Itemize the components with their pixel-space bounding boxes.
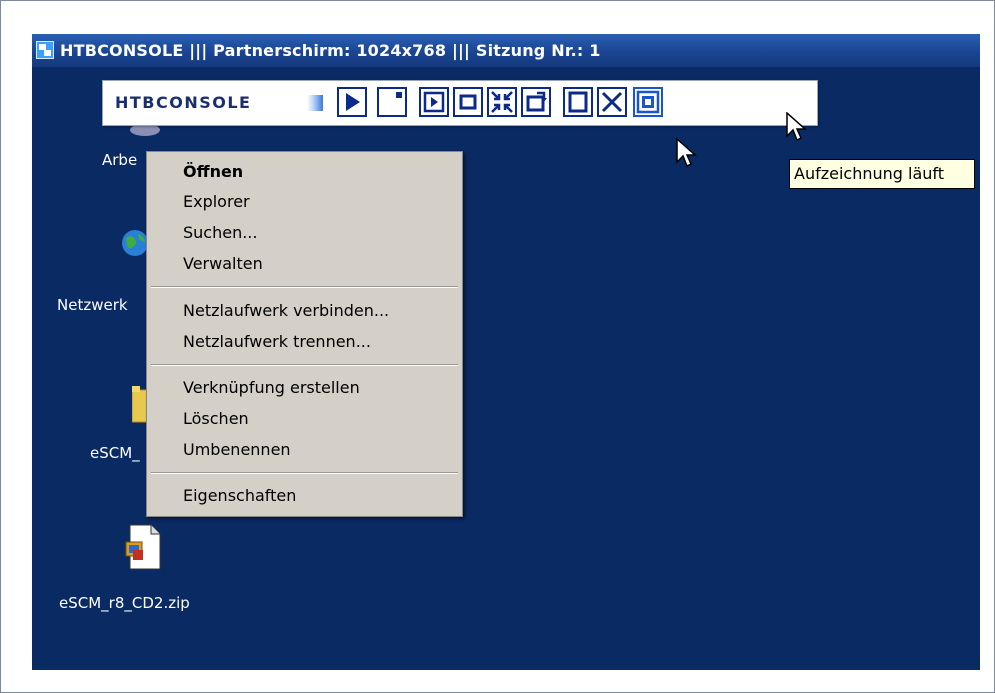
window-title: HTBCONSOLE ||| Partnerschirm: 1024x768 |… (60, 41, 601, 60)
recording-icon (636, 90, 660, 114)
recording-tooltip: Aufzeichnung läuft (789, 159, 975, 189)
close-x-icon (601, 91, 623, 113)
compress-arrows-icon (491, 91, 513, 113)
recording-button[interactable] (633, 87, 663, 117)
htbconsole-toolbar: HTBCONSOLE (102, 80, 818, 126)
menu-item-verwalten[interactable]: Verwalten (183, 252, 263, 276)
desktop-icon-label[interactable]: eSCM_ (90, 444, 140, 462)
menu-separator (151, 364, 458, 366)
record-indicator-icon (396, 92, 402, 98)
menu-item-verknuepfung-erstellen[interactable]: Verknüpfung erstellen (183, 376, 360, 400)
zip-file-icon[interactable] (125, 524, 161, 574)
play-in-frame-icon (423, 91, 445, 113)
desktop-icon-label[interactable]: Arbe (102, 151, 137, 169)
menu-item-suchen[interactable]: Suchen... (183, 221, 257, 245)
rotate-window-icon (526, 91, 547, 112)
my-computer-icon[interactable] (128, 124, 162, 146)
menu-item-loeschen[interactable]: Löschen (183, 407, 249, 431)
menu-item-eigenschaften[interactable]: Eigenschaften (183, 484, 296, 508)
title-bar[interactable]: HTBCONSOLE ||| Partnerschirm: 1024x768 |… (32, 34, 980, 67)
toolbar-logo: HTBCONSOLE (115, 93, 252, 112)
window-button[interactable] (453, 87, 483, 117)
window-icon (459, 94, 477, 110)
play-icon (346, 93, 360, 111)
mouse-cursor-icon (676, 137, 698, 174)
desktop-icon-label[interactable]: eSCM_r8_CD2.zip (59, 594, 190, 612)
square-button[interactable] (563, 87, 593, 117)
record-indicator-button[interactable] (377, 87, 407, 117)
logo-gradient-icon (307, 95, 323, 111)
menu-item-oeffnen[interactable]: Öffnen (183, 160, 243, 184)
screenshot-frame: HTBCONSOLE ||| Partnerschirm: 1024x768 |… (0, 0, 995, 693)
menu-item-netzlaufwerk-trennen[interactable]: Netzlaufwerk trennen... (183, 330, 371, 354)
menu-separator (151, 472, 458, 474)
pointer-cursor-icon (786, 111, 808, 148)
desktop-icon-label[interactable]: Netzwerk (57, 296, 128, 314)
menu-item-netzlaufwerk-verbinden[interactable]: Netzlaufwerk verbinden... (183, 299, 389, 323)
square-icon (568, 91, 588, 113)
close-button[interactable] (597, 87, 627, 117)
compress-button[interactable] (487, 87, 517, 117)
play-in-frame-button[interactable] (419, 87, 449, 117)
rotate-window-button[interactable] (521, 87, 551, 117)
play-button[interactable] (337, 87, 367, 117)
context-menu: Öffnen Explorer Suchen... Verwalten Netz… (146, 151, 463, 517)
remote-session-window: HTBCONSOLE ||| Partnerschirm: 1024x768 |… (32, 34, 980, 670)
menu-item-explorer[interactable]: Explorer (183, 190, 250, 214)
app-logo-icon (36, 41, 54, 59)
menu-separator (151, 286, 458, 288)
menu-item-umbenennen[interactable]: Umbenennen (183, 438, 291, 462)
